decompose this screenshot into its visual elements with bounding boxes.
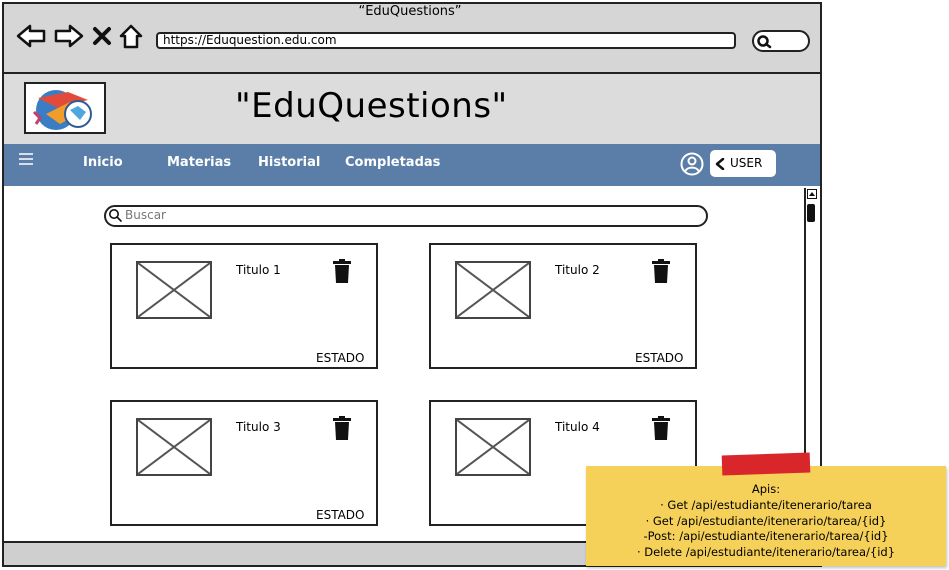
user-button[interactable]: USER <box>710 150 776 177</box>
home-icon[interactable] <box>118 24 144 50</box>
hamburger-menu-icon[interactable] <box>18 152 34 166</box>
nav-item-historial[interactable]: Historial <box>258 155 320 170</box>
logo <box>24 82 106 134</box>
browser-search-box[interactable] <box>752 30 810 52</box>
search-icon <box>757 35 772 49</box>
image-placeholder-icon <box>455 261 531 319</box>
note-tape <box>721 452 811 476</box>
image-placeholder-icon <box>136 418 212 476</box>
trash-icon[interactable] <box>332 416 352 440</box>
back-arrow-icon[interactable] <box>16 24 46 48</box>
app-title: "EduQuestions" <box>235 86 508 126</box>
image-placeholder-icon <box>136 261 212 319</box>
search-placeholder: Buscar <box>125 208 166 222</box>
close-icon[interactable] <box>92 24 112 48</box>
note-line: -Post: /api/estudiante/itenerario/tarea/… <box>643 529 889 543</box>
card-title: Titulo 2 <box>555 263 600 277</box>
card-status: ESTADO <box>316 508 365 522</box>
task-card[interactable]: Titulo 1 ESTADO <box>110 243 378 369</box>
window-title: “EduQuestions” <box>358 4 462 19</box>
trash-icon[interactable] <box>332 259 352 283</box>
scroll-up-icon[interactable] <box>807 189 817 199</box>
card-title: Titulo 3 <box>236 420 281 434</box>
task-card[interactable]: Titulo 3 ESTADO <box>110 400 378 526</box>
note-line: · Get /api/estudiante/itenerario/tarea/{… <box>645 514 887 528</box>
card-title: Titulo 4 <box>555 420 600 434</box>
note-heading: Apis: <box>751 482 781 496</box>
card-status: ESTADO <box>316 351 365 365</box>
trash-icon[interactable] <box>651 416 671 440</box>
forward-arrow-icon[interactable] <box>54 24 84 48</box>
url-bar[interactable]: https://Eduquestion.edu.com <box>156 32 736 49</box>
user-button-label: USER <box>730 156 763 170</box>
trash-icon[interactable] <box>651 259 671 283</box>
scroll-thumb[interactable] <box>807 204 815 222</box>
card-status: ESTADO <box>635 351 684 365</box>
search-icon <box>109 209 122 222</box>
card-title: Titulo 1 <box>236 263 281 277</box>
note-line: · Get /api/estudiante/itenerario/tarea <box>660 498 872 512</box>
image-placeholder-icon <box>455 418 531 476</box>
nav-item-materias[interactable]: Materias <box>167 155 231 170</box>
logo-graduation-icon <box>32 90 92 130</box>
user-circle-icon[interactable] <box>680 152 704 176</box>
task-card[interactable]: Titulo 2 ESTADO <box>429 243 697 369</box>
nav-item-inicio[interactable]: Inicio <box>83 155 123 170</box>
note-line: · Delete /api/estudiante/itenerario/tare… <box>636 545 896 559</box>
nav-item-completadas[interactable]: Completadas <box>345 155 440 170</box>
search-input[interactable] <box>104 205 708 227</box>
chevron-left-icon <box>715 158 725 170</box>
